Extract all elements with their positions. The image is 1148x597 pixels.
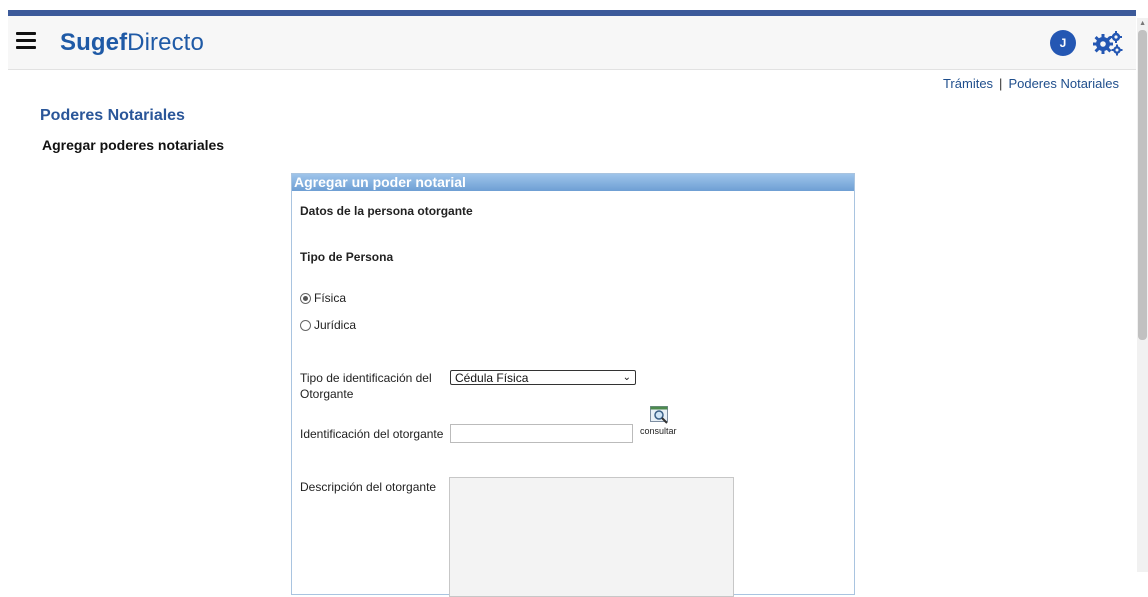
radio-option-fisica[interactable]: Física [300, 291, 346, 305]
user-avatar[interactable]: J [1050, 30, 1076, 56]
panel-title: Agregar un poder notarial [292, 174, 854, 191]
id-type-select[interactable]: Cédula Física ⌄ [450, 370, 636, 385]
radio-fisica[interactable] [300, 292, 311, 304]
brand-bold-text: Sugef [60, 29, 128, 56]
radio-option-juridica[interactable]: Jurídica [300, 318, 356, 332]
add-power-panel: Agregar un poder notarial Datos de la pe… [291, 173, 855, 597]
page-title: Poderes Notariales [40, 107, 185, 124]
grantor-id-input[interactable] [450, 424, 633, 443]
brand-logo[interactable]: SugefDirecto [60, 29, 204, 57]
page-subtitle: Agregar poderes notariales [42, 137, 225, 153]
scroll-up-arrow-icon[interactable]: ▲ [1139, 20, 1146, 27]
grantor-description-label: Descripción del otorgante [300, 480, 437, 494]
id-type-selected-value: Cédula Física [455, 371, 529, 385]
consult-label: consultar [640, 426, 677, 436]
consult-button[interactable]: consultar [640, 406, 684, 440]
grantor-id-label: Identificación del otorgante [300, 427, 444, 441]
hamburger-menu-icon[interactable] [16, 32, 36, 50]
radio-juridica[interactable] [300, 319, 311, 331]
breadcrumb-tramites[interactable]: Trámites [943, 76, 993, 91]
radio-fisica-label: Física [314, 291, 347, 305]
radio-juridica-label: Jurídica [314, 318, 357, 332]
app-header: SugefDirecto J [8, 16, 1136, 70]
grantor-description-textarea[interactable] [449, 477, 734, 597]
brand-rest-text: Directo [127, 29, 204, 56]
grantor-section-label: Datos de la persona otorgante [300, 204, 473, 218]
breadcrumb-poderes-notariales[interactable]: Poderes Notariales [1008, 76, 1119, 91]
person-type-label: Tipo de Persona [300, 250, 394, 264]
breadcrumb-separator: | [999, 76, 1003, 91]
settings-gears-icon[interactable] [1091, 29, 1125, 57]
window-top-strip [0, 0, 1148, 10]
search-magnifier-icon [650, 406, 668, 424]
scrollbar-thumb[interactable] [1138, 30, 1147, 340]
id-type-label-line1: Tipo de identificación del [300, 371, 432, 385]
id-type-label-line2: Otorgante [300, 387, 354, 401]
chevron-down-icon: ⌄ [622, 372, 631, 383]
breadcrumb: Trámites | Poderes Notariales [943, 76, 1119, 91]
